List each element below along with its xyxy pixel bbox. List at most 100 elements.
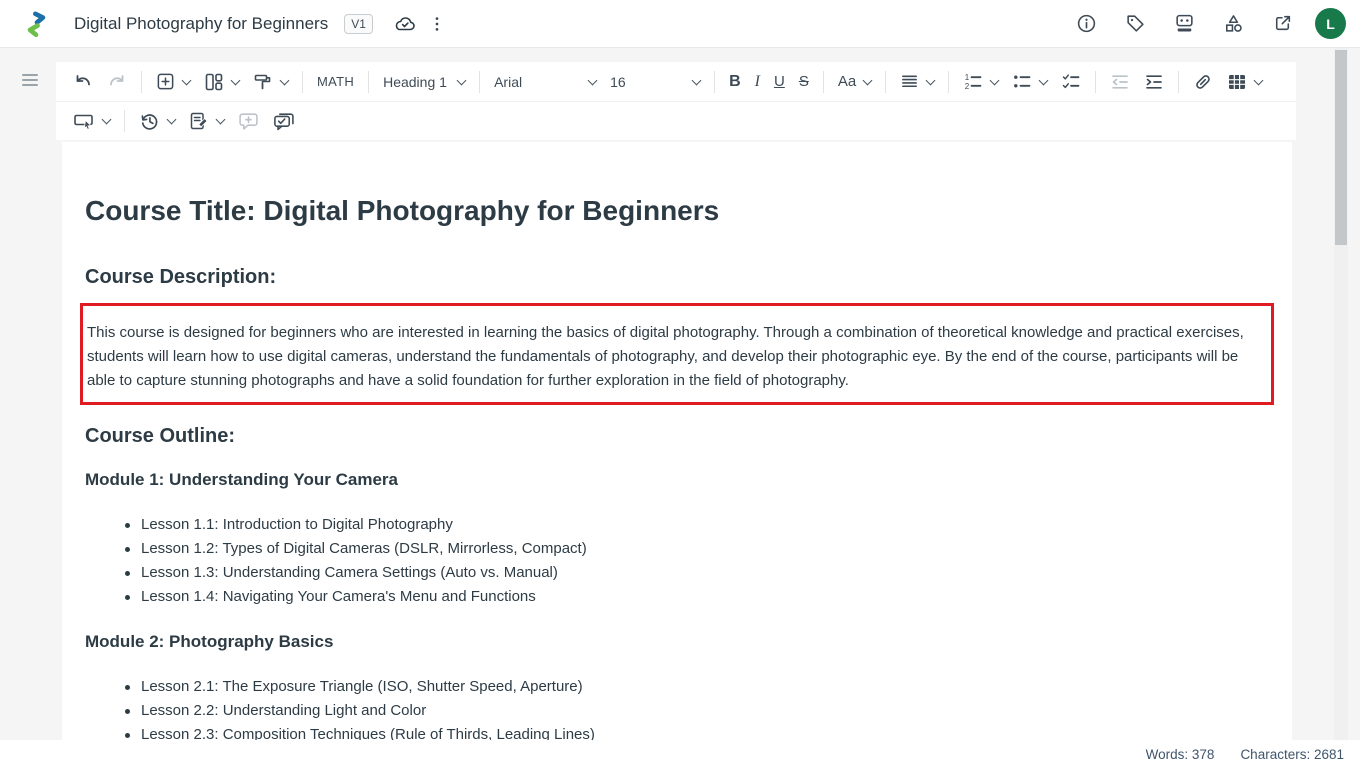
align-icon — [900, 72, 919, 91]
tag-icon — [1125, 13, 1146, 34]
font-family-value: Arial — [494, 74, 522, 90]
numbered-list-button[interactable]: 1 2 — [956, 67, 1005, 97]
indent-icon — [1144, 72, 1164, 92]
chevron-down-icon — [167, 115, 177, 125]
table-button[interactable] — [1220, 67, 1269, 97]
toolbar-divider — [368, 71, 369, 93]
numbered-list-icon: 1 2 — [963, 72, 983, 92]
cloud-check-icon — [393, 14, 417, 34]
font-family-select[interactable]: Arial — [487, 67, 603, 97]
assistant-button[interactable] — [1168, 8, 1200, 40]
list-item: Lesson 2.1: The Exposure Triangle (ISO, … — [125, 675, 1269, 699]
list-menu-icon — [20, 70, 40, 90]
version-badge[interactable]: V1 — [344, 14, 373, 34]
editor-toolbar: MATH Heading 1 Arial 16 B I U S Aa — [56, 62, 1296, 140]
toolbar-divider — [1095, 71, 1096, 93]
underline-button[interactable]: U — [767, 67, 792, 97]
link-icon — [1193, 72, 1213, 92]
redo-button[interactable] — [100, 67, 134, 97]
checklist-icon — [1061, 72, 1081, 92]
course-outline-heading: Course Outline: — [85, 423, 1269, 449]
course-title-heading: Course Title: Digital Photography for Be… — [85, 194, 1269, 228]
select-region-button[interactable] — [66, 106, 117, 136]
character-count: Characters: 2681 — [1240, 747, 1344, 762]
toolbar-row-2 — [56, 101, 1296, 140]
chevron-down-icon — [457, 75, 467, 85]
chevron-down-icon — [102, 115, 112, 125]
outline-toggle-button[interactable] — [20, 70, 40, 90]
bullet-list-button[interactable] — [1005, 67, 1054, 97]
outdent-button[interactable] — [1103, 67, 1137, 97]
toolbar-divider — [124, 110, 125, 132]
strikethrough-button[interactable]: S — [792, 67, 816, 97]
cloud-sync-button[interactable] — [389, 8, 421, 40]
chevron-down-icon — [1254, 75, 1264, 85]
editor-canvas[interactable]: Course Title: Digital Photography for Be… — [62, 142, 1292, 740]
svg-text:2: 2 — [965, 82, 970, 91]
module-2-heading: Module 2: Photography Basics — [85, 631, 1269, 653]
font-size-value: 16 — [610, 74, 626, 90]
add-comment-icon — [238, 111, 259, 132]
toolbar-divider — [948, 71, 949, 93]
list-item: Lesson 1.1: Introduction to Digital Phot… — [125, 513, 1269, 537]
chevron-down-icon — [182, 75, 192, 85]
indent-button[interactable] — [1137, 67, 1171, 97]
insert-block-icon — [156, 72, 175, 91]
checklist-button[interactable] — [1054, 67, 1088, 97]
chevron-down-icon — [231, 75, 241, 85]
undo-button[interactable] — [66, 67, 100, 97]
toolbar-divider — [714, 71, 715, 93]
notes-edit-button[interactable] — [182, 106, 231, 136]
info-button[interactable] — [1070, 8, 1102, 40]
bold-button[interactable]: B — [722, 67, 748, 97]
chevron-down-icon — [216, 115, 226, 125]
tags-button[interactable] — [1119, 8, 1151, 40]
add-comment-button[interactable] — [231, 106, 266, 136]
word-count: Words: 378 — [1146, 747, 1215, 762]
math-button[interactable]: MATH — [310, 67, 361, 97]
text-options-label: Aa — [838, 73, 856, 90]
version-history-button[interactable] — [132, 106, 182, 136]
table-icon — [1227, 72, 1247, 92]
insert-block-button[interactable] — [149, 67, 197, 97]
paragraph-style-select[interactable]: Heading 1 — [376, 67, 472, 97]
chevron-down-icon — [863, 75, 873, 85]
align-button[interactable] — [893, 67, 941, 97]
outdent-icon — [1110, 72, 1130, 92]
scrollbar-track[interactable] — [1334, 48, 1348, 740]
shapes-icon — [1223, 13, 1244, 34]
layout-button[interactable] — [197, 67, 246, 97]
module-1-heading: Module 1: Understanding Your Camera — [85, 469, 1269, 491]
user-avatar[interactable]: L — [1315, 8, 1346, 39]
comments-icon — [273, 111, 295, 132]
layout-icon — [204, 72, 224, 92]
bullet-list-icon — [1012, 72, 1032, 92]
italic-button[interactable]: I — [748, 67, 767, 97]
undo-icon — [73, 72, 93, 92]
share-button[interactable] — [1266, 8, 1298, 40]
toolbar-divider — [885, 71, 886, 93]
app-logo-icon — [22, 9, 52, 39]
scrollbar-thumb[interactable] — [1335, 50, 1347, 245]
module-2-lesson-list: Lesson 2.1: The Exposure Triangle (ISO, … — [85, 675, 1269, 740]
font-size-select[interactable]: 16 — [603, 67, 707, 97]
doc-edit-icon — [189, 111, 209, 131]
toolbar-divider — [479, 71, 480, 93]
format-painter-button[interactable] — [246, 67, 295, 97]
more-options-button[interactable] — [421, 8, 453, 40]
text-options-button[interactable]: Aa — [831, 67, 878, 97]
chevron-down-icon — [1039, 75, 1049, 85]
top-header: Digital Photography for Beginners V1 — [0, 0, 1360, 48]
highlighted-description-paragraph[interactable]: This course is designed for beginners wh… — [80, 303, 1274, 405]
design-tools-button[interactable] — [1217, 8, 1249, 40]
list-item: Lesson 1.3: Understanding Camera Setting… — [125, 561, 1269, 585]
list-item: Lesson 1.2: Types of Digital Cameras (DS… — [125, 537, 1269, 561]
app-window: Digital Photography for Beginners V1 — [0, 0, 1360, 768]
history-icon — [139, 111, 160, 132]
toolbar-divider — [1178, 71, 1179, 93]
chevron-down-icon — [280, 75, 290, 85]
redo-icon — [107, 72, 127, 92]
link-button[interactable] — [1186, 67, 1220, 97]
comments-panel-button[interactable] — [266, 106, 302, 136]
toolbar-divider — [823, 71, 824, 93]
